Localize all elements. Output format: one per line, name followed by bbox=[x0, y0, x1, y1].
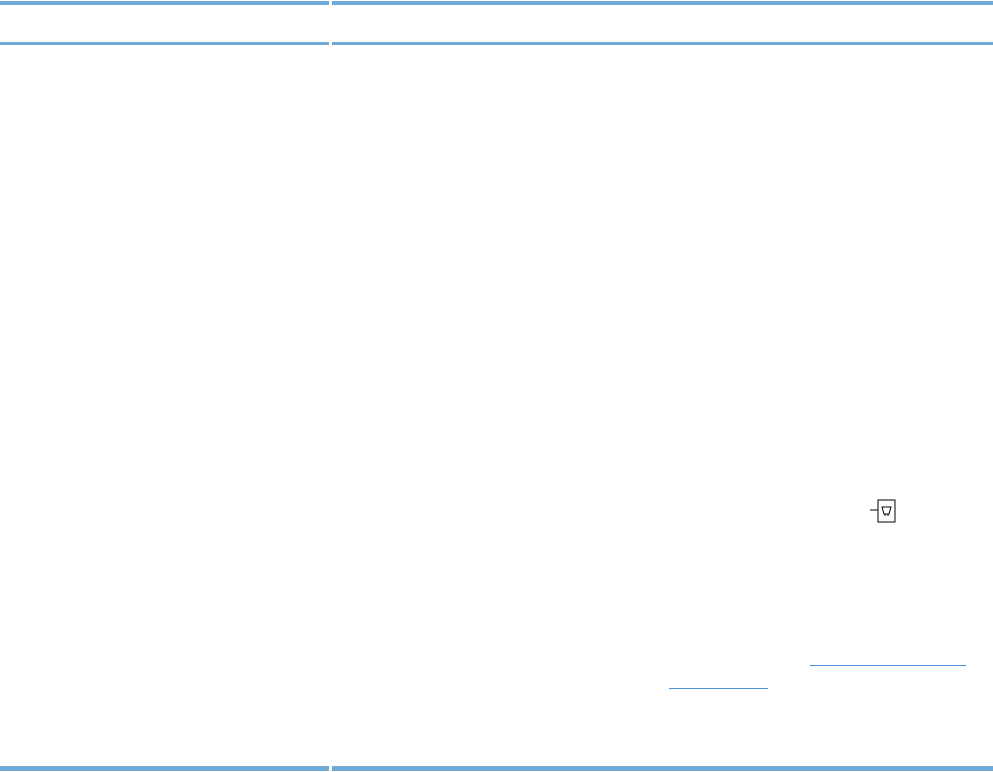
network-port-icon bbox=[870, 498, 898, 524]
top-rule-gap bbox=[329, 1, 332, 5]
hyperlink-line-1[interactable] bbox=[810, 665, 966, 666]
hyperlink-line-2[interactable] bbox=[669, 688, 768, 689]
header-rule bbox=[0, 42, 993, 45]
header-rule-gap bbox=[329, 42, 332, 45]
top-rule bbox=[0, 1, 993, 5]
bottom-rule bbox=[0, 766, 993, 771]
bottom-rule-gap bbox=[329, 766, 332, 771]
